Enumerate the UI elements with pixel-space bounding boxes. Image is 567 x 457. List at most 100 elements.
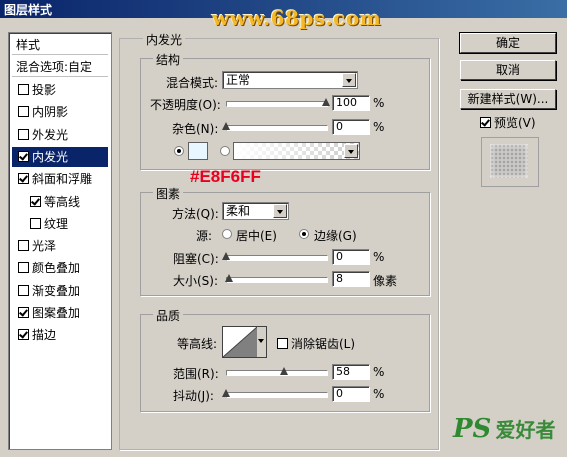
- jitter-slider[interactable]: [226, 392, 328, 398]
- style-list-item[interactable]: 纹理: [12, 214, 108, 234]
- jitter-unit: %: [373, 387, 385, 401]
- opacity-slider-thumb[interactable]: [322, 98, 330, 106]
- style-checkbox[interactable]: [18, 262, 29, 274]
- contour-picker[interactable]: [222, 326, 258, 358]
- noise-slider[interactable]: [226, 125, 328, 131]
- cancel-button[interactable]: 取消: [460, 60, 556, 80]
- style-list-item-label: 纹理: [44, 216, 69, 231]
- blend-mode-label: 混合模式:: [166, 76, 219, 90]
- style-checkbox[interactable]: [30, 217, 41, 229]
- style-list-item-label: 等高线: [44, 194, 81, 209]
- style-list-item[interactable]: 图案叠加: [12, 303, 108, 323]
- style-checkbox[interactable]: [18, 284, 29, 296]
- style-list-item[interactable]: 内发光: [12, 146, 108, 167]
- style-preview-thumbnail: [481, 137, 539, 187]
- style-list-header[interactable]: 样式: [12, 35, 108, 55]
- watermark: www.68ps.com: [212, 6, 382, 30]
- preview-checkbox[interactable]: [480, 117, 491, 128]
- style-checkbox[interactable]: [18, 106, 29, 118]
- style-list-item[interactable]: 外发光: [12, 125, 108, 145]
- jitter-label: 抖动(J):: [173, 389, 214, 403]
- preview-label: 预览(V): [494, 116, 536, 130]
- source-edge-label: 边缘(G): [314, 229, 357, 243]
- anti-alias-row[interactable]: 消除锯齿(L): [277, 335, 355, 352]
- size-slider-thumb[interactable]: [225, 274, 233, 282]
- style-checkbox[interactable]: [18, 128, 29, 140]
- style-checkbox[interactable]: [30, 195, 41, 207]
- style-list-item[interactable]: 渐变叠加: [12, 281, 108, 301]
- style-list-item-label: 斜面和浮雕: [32, 172, 93, 187]
- style-checkbox[interactable]: [18, 150, 29, 162]
- opacity-unit: %: [373, 96, 385, 110]
- technique-select[interactable]: 柔和: [222, 202, 289, 220]
- style-list-item[interactable]: 投影: [12, 80, 108, 100]
- style-list-item-label: 描边: [32, 328, 57, 343]
- contour-curve-icon: [222, 326, 258, 358]
- choke-field[interactable]: 0: [332, 249, 370, 265]
- choke-slider-thumb[interactable]: [222, 252, 230, 260]
- range-slider-thumb[interactable]: [280, 367, 288, 375]
- style-list-item[interactable]: 等高线: [12, 192, 108, 212]
- quality-title: 品质: [153, 307, 184, 324]
- style-checkbox[interactable]: [18, 307, 29, 318]
- style-list-item-label: 内发光: [32, 149, 69, 164]
- range-field[interactable]: 58: [332, 364, 370, 380]
- style-list-item[interactable]: 颜色叠加: [12, 258, 108, 278]
- source-edge-radio[interactable]: [299, 229, 309, 239]
- source-label: 源:: [196, 229, 213, 243]
- chevron-down-icon: [273, 204, 287, 218]
- glow-color-swatch[interactable]: [188, 142, 208, 160]
- gradient-picker[interactable]: [233, 142, 360, 160]
- style-checkbox[interactable]: [18, 173, 29, 185]
- opacity-slider[interactable]: [226, 101, 328, 107]
- style-list-item[interactable]: 光泽: [12, 236, 108, 256]
- blend-mode-value: 正常: [226, 73, 251, 87]
- blend-mode-select[interactable]: 正常: [222, 71, 358, 89]
- ok-button[interactable]: 确定: [459, 32, 557, 54]
- chevron-down-icon: [344, 144, 358, 158]
- style-list: 样式 混合选项:自定 投影内阴影外发光内发光斜面和浮雕等高线纹理光泽 颜色叠加渐变…: [8, 32, 112, 450]
- style-checkbox[interactable]: [18, 84, 29, 95]
- jitter-slider-thumb[interactable]: [222, 389, 230, 397]
- size-unit: 像素: [373, 274, 398, 288]
- contour-label: 等高线:: [177, 337, 218, 351]
- preview-swatch: [490, 144, 528, 178]
- chevron-down-icon: [342, 73, 356, 87]
- color-radio[interactable]: [174, 146, 184, 156]
- contour-dropdown[interactable]: [257, 326, 267, 358]
- style-list-item[interactable]: 内阴影: [12, 102, 108, 122]
- range-slider[interactable]: [226, 370, 328, 376]
- jitter-field[interactable]: 0: [332, 386, 370, 402]
- gradient-radio[interactable]: [220, 146, 230, 156]
- anti-alias-checkbox[interactable]: [277, 338, 288, 349]
- size-field[interactable]: 8: [332, 271, 370, 287]
- style-checkbox[interactable]: [18, 329, 29, 341]
- style-list-item-label: 外发光: [32, 127, 69, 142]
- range-unit: %: [373, 365, 385, 379]
- structure-title: 结构: [153, 51, 184, 68]
- opacity-field[interactable]: 100: [332, 95, 370, 111]
- source-center-radio[interactable]: [222, 229, 232, 239]
- choke-label: 阻塞(C):: [173, 252, 219, 266]
- technique-value: 柔和: [226, 204, 251, 218]
- style-list-item-label: 投影: [32, 83, 57, 97]
- site-logo-ps: PS: [453, 414, 492, 444]
- choke-slider[interactable]: [226, 255, 328, 261]
- style-list-item[interactable]: 斜面和浮雕: [12, 169, 108, 189]
- opacity-label: 不透明度(O):: [150, 98, 221, 112]
- elements-title: 图素: [153, 185, 184, 202]
- preview-row[interactable]: 预览(V): [480, 114, 536, 131]
- blend-options-item[interactable]: 混合选项:自定: [12, 57, 108, 77]
- window-title: 图层样式: [4, 3, 53, 17]
- technique-label: 方法(Q):: [172, 207, 219, 221]
- new-style-button[interactable]: 新建样式(W)...: [460, 89, 556, 109]
- size-slider[interactable]: [226, 277, 328, 283]
- noise-field[interactable]: 0: [332, 119, 370, 135]
- inner-glow-title: 内发光: [143, 31, 186, 48]
- noise-slider-thumb[interactable]: [222, 122, 230, 130]
- range-label: 范围(R):: [173, 367, 219, 381]
- style-list-item[interactable]: 描边: [12, 325, 108, 345]
- choke-unit: %: [373, 250, 385, 264]
- style-checkbox[interactable]: [18, 240, 29, 252]
- noise-label: 杂色(N):: [172, 122, 219, 136]
